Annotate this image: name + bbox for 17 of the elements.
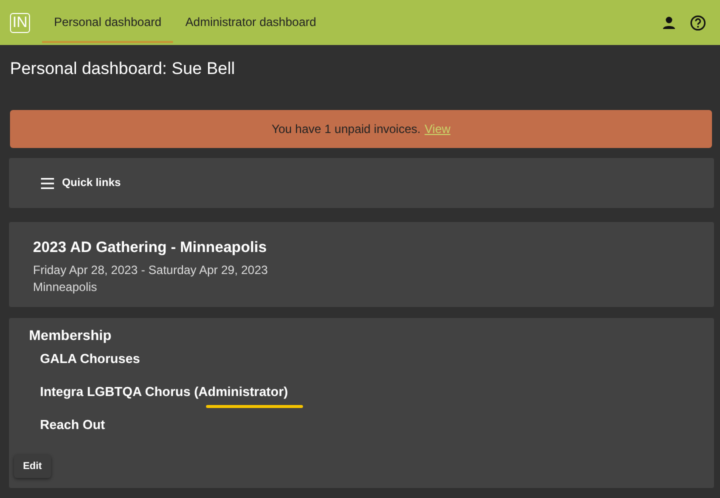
membership-title: Membership — [29, 327, 112, 343]
help-icon[interactable] — [690, 14, 706, 30]
menu-icon — [41, 178, 54, 188]
membership-item[interactable]: GALA Choruses — [40, 351, 140, 366]
nav-tab[interactable]: Administrator dashboard — [173, 2, 328, 42]
alert-text: You have 1 unpaid invoices. — [272, 122, 421, 136]
event-title[interactable]: 2023 AD Gathering - Minneapolis — [33, 239, 690, 256]
event-dates: Friday Apr 28, 2023 - Saturday Apr 29, 2023 — [33, 262, 269, 279]
nav-tab[interactable]: Personal dashboard — [42, 2, 174, 42]
edit-button[interactable]: Edit — [14, 455, 51, 478]
membership-item[interactable]: Integra LGBTQA Chorus (Administrator) — [40, 384, 288, 399]
membership-item[interactable]: Reach Out — [40, 417, 106, 432]
page-title: Personal dashboard: Sue Bell — [9, 58, 236, 80]
user-icon[interactable] — [662, 16, 676, 30]
logo: IN — [10, 12, 30, 32]
event-location: Minneapolis — [33, 279, 98, 296]
quick-links-button[interactable]: Quick links — [35, 176, 127, 190]
